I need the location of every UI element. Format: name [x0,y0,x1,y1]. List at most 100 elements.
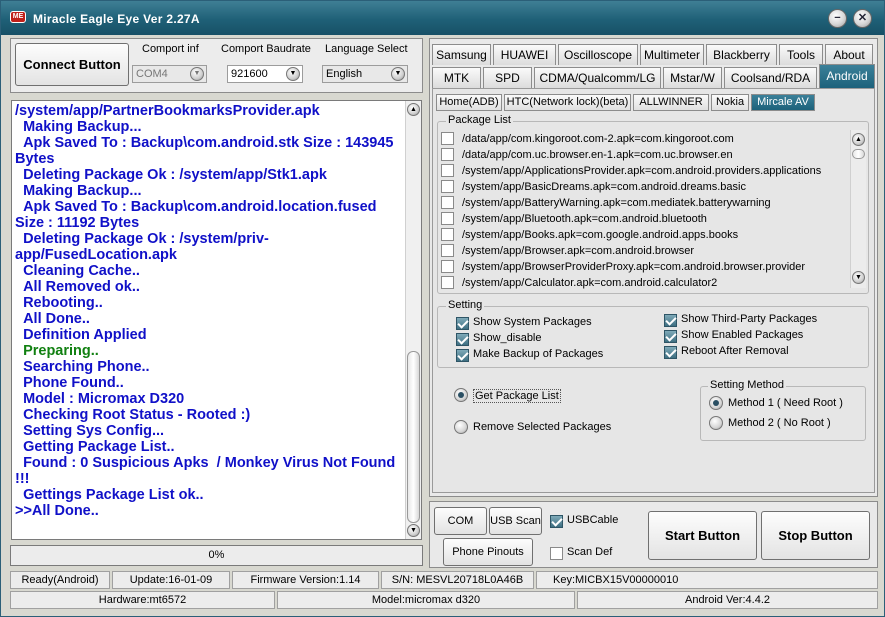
log-scrollbar[interactable]: ▲ ▼ [405,101,421,539]
package-list-item[interactable]: /system/app/BasicDreams.apk=com.android.… [441,179,846,195]
scroll-thumb[interactable] [407,351,420,523]
package-list-item[interactable]: /system/app/BrowserProviderProxy.apk=com… [441,259,846,275]
scroll-down-icon[interactable]: ▼ [407,524,420,537]
tab-mstar-w[interactable]: Mstar/W [663,67,722,88]
setting-option-show-third-party-packages[interactable]: Show Third-Party Packages [664,313,854,328]
scroll-up-icon[interactable]: ▲ [407,103,420,116]
package-checkbox[interactable] [441,180,454,193]
log-line: Getting Package List.. [15,439,175,455]
scroll-thumb[interactable] [852,149,865,159]
package-list-item[interactable]: /data/app/com.kingoroot.com-2.apk=com.ki… [441,131,846,147]
usb-cable-checkbox[interactable] [550,515,563,528]
package-checkbox[interactable] [441,148,454,161]
subtab-nokia[interactable]: Nokia [711,94,749,111]
make-backup-of-packages-checkbox[interactable] [456,349,469,362]
package-list-scrollbar[interactable]: ▲ ▼ [850,130,866,288]
get-package-list-radio[interactable] [454,388,468,402]
tab-about[interactable]: About [825,44,873,65]
remove-packages-radio[interactable] [454,420,468,434]
remove-packages-option[interactable]: Remove Selected Packages [454,419,624,437]
package-name: /system/app/Browser.apk=com.android.brow… [462,245,695,257]
log-output[interactable]: /system/app/PartnerBookmarksProvider.apk… [11,100,422,540]
minimize-button[interactable]: − [828,9,847,28]
package-list-item[interactable]: /system/app/Bluetooth.apk=com.android.bl… [441,211,846,227]
tab-coolsand-rda[interactable]: Coolsand/RDA [724,67,817,88]
setting-option-reboot-after-removal[interactable]: Reboot After Removal [664,345,854,360]
tab-oscilloscope[interactable]: Oscilloscope [558,44,638,65]
package-list-item[interactable]: /system/app/Browser.apk=com.android.brow… [441,243,846,259]
package-list-item[interactable]: /system/app/ApplicationsProvider.apk=com… [441,163,846,179]
setting-option-show-system-packages[interactable]: Show System Packages [456,316,646,331]
subtab-htc-network-lock-beta[interactable]: HTC(Network lock)(beta) [504,94,631,111]
close-button[interactable]: ✕ [853,9,872,28]
connect-button[interactable]: Connect Button [15,43,129,86]
setting-option-make-backup-of-packages[interactable]: Make Backup of Packages [456,348,646,363]
package-checkbox[interactable] [441,244,454,257]
tab-multimeter[interactable]: Multimeter [640,44,704,65]
log-line: Making Backup... [15,183,142,199]
show-system-packages-checkbox[interactable] [456,317,469,330]
get-package-list-option[interactable]: Get Package List [454,387,574,405]
tab-android[interactable]: Android [819,64,875,88]
method-2-label[interactable]: Method 2 ( No Root ) [728,417,831,429]
comport-select[interactable]: COM4 ▼ [132,65,207,83]
scan-def-checkbox[interactable] [550,547,563,560]
package-checkbox[interactable] [441,196,454,209]
comport-label: Comport inf [142,43,199,55]
log-line: Model : Micromax D320 [15,391,185,407]
log-line: Rebooting.. [15,295,103,311]
package-checkbox[interactable] [441,276,454,289]
log-line: All Removed ok.. [15,279,140,295]
usb-cable-label[interactable]: USBCable [567,514,618,526]
tab-cdma-qualcomm-lg[interactable]: CDMA/Qualcomm/LG [534,67,661,88]
setting-method-title: Setting Method [708,379,786,391]
subtab-allwinner[interactable]: ALLWINNER [633,94,709,111]
tab-huawei[interactable]: HUAWEI [493,44,556,65]
package-list-item[interactable]: /system/app/Calculator.apk=com.android.c… [441,275,846,291]
package-checkbox[interactable] [441,132,454,145]
method-1-label[interactable]: Method 1 ( Need Root ) [728,397,843,409]
connect-panel: Connect Button Comport inf COM4 ▼ Compor… [10,38,423,93]
subtab-mircale-av[interactable]: Mircale AV [751,94,815,111]
show-enabled-packages-label: Show Enabled Packages [681,329,804,341]
tab-mtk[interactable]: MTK [432,67,481,88]
setting-method-group: Setting Method Method 1 ( Need Root ) Me… [700,379,866,441]
package-list-item[interactable]: /data/app/com.uc.browser.en-1.apk=com.uc… [441,147,846,163]
scan-def-label[interactable]: Scan Def [567,546,612,558]
chevron-down-icon: ▼ [391,67,405,81]
package-name: /system/app/BatteryWarning.apk=com.media… [462,197,771,209]
package-checkbox[interactable] [441,228,454,241]
package-checkbox[interactable] [441,212,454,225]
scroll-up-icon[interactable]: ▲ [852,133,865,146]
usb-scan-button[interactable]: USB Scan [489,507,542,535]
com-scan-button[interactable]: COM Scan [434,507,487,553]
tab-samsung[interactable]: Samsung [432,44,491,65]
start-button[interactable]: Start Button [648,511,757,560]
title-bar[interactable]: ME Miracle Eagle Eye Ver 2.27A − ✕ [1,1,884,35]
method-2-radio[interactable] [709,416,723,430]
language-select[interactable]: English ▼ [322,65,408,83]
method-1-radio[interactable] [709,396,723,410]
scroll-down-icon[interactable]: ▼ [852,271,865,284]
package-checkbox[interactable] [441,260,454,273]
setting-option-show-enabled-packages[interactable]: Show Enabled Packages [664,329,854,344]
tab-blackberry[interactable]: Blackberry [706,44,777,65]
reboot-after-removal-checkbox[interactable] [664,346,677,359]
package-list-item[interactable]: /system/app/Books.apk=com.google.android… [441,227,846,243]
status-key: Key:MICBX15V00000010 [536,571,878,589]
baudrate-select[interactable]: 921600 ▼ [227,65,303,83]
package-list-item[interactable]: /system/app/BatteryWarning.apk=com.media… [441,195,846,211]
show-third-party-packages-checkbox[interactable] [664,314,677,327]
show-disable-checkbox[interactable] [456,333,469,346]
tab-tools[interactable]: Tools [779,44,823,65]
stop-button[interactable]: Stop Button [761,511,870,560]
setting-option-show-disable[interactable]: Show_disable [456,332,646,347]
status-hardware: Hardware:mt6572 [10,591,275,609]
subtab-home-adb[interactable]: Home(ADB) [436,94,502,111]
phone-pinouts-button[interactable]: Phone Pinouts [443,538,533,566]
log-line: >>All Done.. [15,503,99,519]
show-enabled-packages-checkbox[interactable] [664,330,677,343]
tab-spd[interactable]: SPD [483,67,532,88]
log-line: Gettings Package List ok.. [15,487,204,503]
package-checkbox[interactable] [441,164,454,177]
